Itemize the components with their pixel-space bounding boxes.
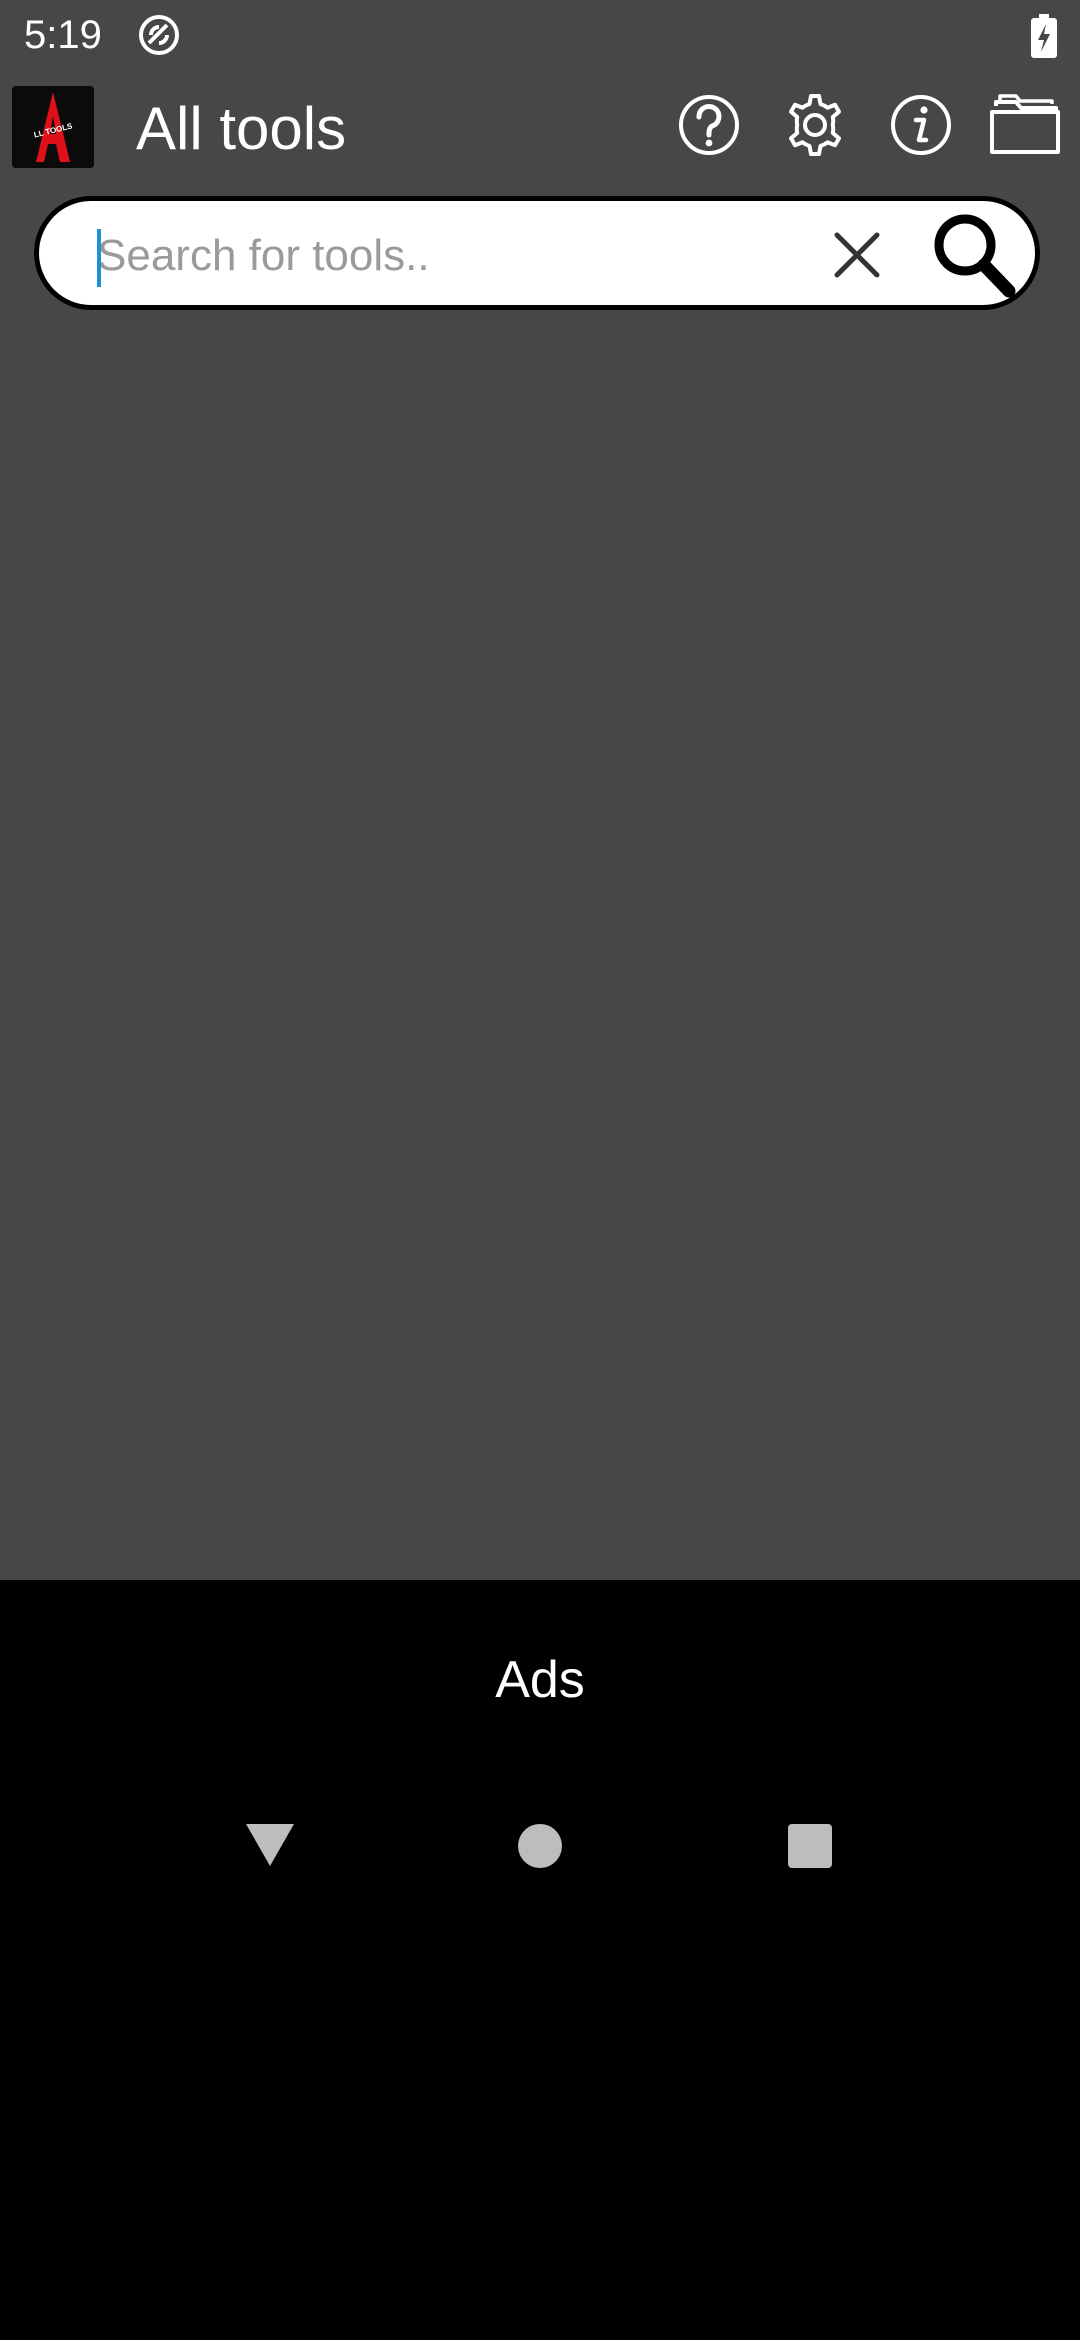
battery-charging-icon bbox=[1030, 14, 1058, 58]
search-input[interactable] bbox=[97, 223, 787, 289]
search-bar bbox=[34, 196, 1040, 310]
text-cursor bbox=[97, 229, 101, 287]
toolbar: LL TOOLS All tools bbox=[0, 80, 1080, 170]
screen: 5:19 LL TOOLS All tools Search for tools… bbox=[0, 0, 1080, 2340]
app-content-area: 5:19 LL TOOLS All tools Search for tools… bbox=[0, 0, 1080, 1580]
navigation-bar bbox=[0, 1800, 1080, 1890]
folder-icon[interactable] bbox=[986, 92, 1066, 158]
recents-icon[interactable] bbox=[784, 1820, 836, 1872]
status-bar: 5:19 bbox=[0, 0, 1080, 70]
status-time: 5:19 bbox=[24, 13, 102, 57]
ads-label: Ads bbox=[495, 1651, 585, 1709]
page-title: All tools bbox=[136, 95, 347, 162]
app-logo-icon: LL TOOLS bbox=[12, 86, 94, 168]
info-icon[interactable] bbox=[888, 92, 954, 158]
search-icon[interactable] bbox=[929, 209, 1019, 301]
settings-icon[interactable] bbox=[782, 92, 848, 158]
home-icon[interactable] bbox=[514, 1820, 566, 1872]
help-icon[interactable] bbox=[676, 92, 742, 158]
back-icon[interactable] bbox=[244, 1820, 296, 1872]
close-icon[interactable] bbox=[829, 227, 885, 283]
sync-icon bbox=[136, 12, 182, 58]
